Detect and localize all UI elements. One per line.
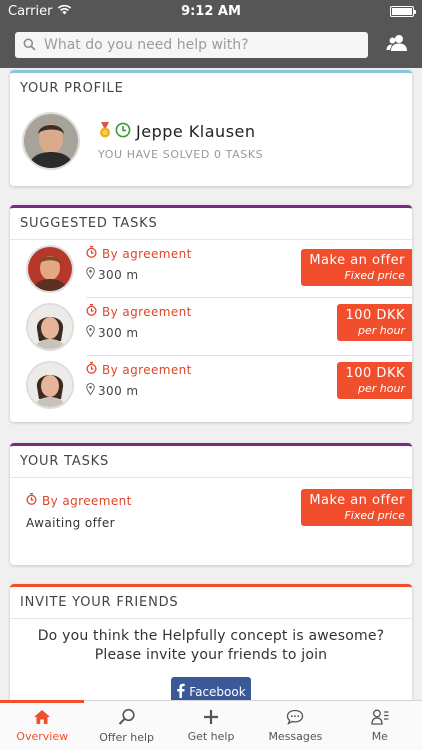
medal-icon — [98, 121, 112, 142]
task-status: Awaiting offer — [26, 516, 116, 530]
task-time: By agreement — [102, 304, 192, 319]
tab-label: Messages — [268, 729, 323, 743]
avatar — [26, 245, 74, 293]
tab-me[interactable]: Me — [338, 701, 422, 750]
tab-label: Me — [371, 729, 388, 743]
people-icon — [386, 34, 408, 56]
task-distance: 300 m — [98, 383, 139, 398]
your-tasks-card[interactable]: YOUR TASKS By agreement Awaiting offer M… — [10, 443, 412, 565]
make-offer-button[interactable]: Make an offer Fixed price — [301, 489, 412, 526]
invite-line-1: Do you think the Helpfully concept is aw… — [37, 628, 385, 644]
tab-messages[interactable]: Messages — [253, 701, 337, 750]
profile-name: Jeppe Klausen — [136, 122, 256, 141]
task-time: By agreement — [42, 493, 132, 508]
task-time: By agreement — [102, 362, 192, 377]
tab-label: Overview — [16, 729, 69, 743]
task-time: By agreement — [102, 246, 192, 261]
your-tasks-heading: YOUR TASKS — [10, 446, 412, 478]
task-row[interactable]: By agreement 300 m 100 DKK per hour — [10, 356, 412, 414]
clock-icon — [115, 122, 131, 142]
location-pin-icon — [86, 267, 95, 282]
price-type: Fixed price — [344, 509, 405, 522]
search-icon — [118, 708, 136, 729]
profile-icon — [371, 709, 389, 728]
stopwatch-icon — [86, 304, 97, 319]
task-row[interactable]: By agreement 300 m Make an offer Fixed p… — [10, 240, 412, 298]
price-type: Fixed price — [344, 269, 405, 282]
location-pin-icon — [86, 325, 95, 340]
tab-bar: Overview Offer help Get help Messages Me — [0, 700, 422, 750]
price-button[interactable]: 100 DKK per hour — [337, 304, 412, 341]
stopwatch-icon — [26, 493, 37, 508]
solved-count: YOU HAVE SOLVED 0 TASKS — [98, 147, 264, 161]
search-input[interactable] — [44, 37, 344, 53]
battery-icon — [390, 5, 416, 17]
profile-card[interactable]: YOUR PROFILE Jeppe Klausen YOU HAVE SOLV… — [10, 70, 412, 186]
tab-get-help[interactable]: Get help — [169, 701, 253, 750]
price-label: Make an offer — [309, 253, 405, 268]
invite-card: INVITE YOUR FRIENDS Do you think the Hel… — [10, 584, 412, 714]
facebook-label: Facebook — [189, 685, 246, 699]
suggested-heading: SUGGESTED TASKS — [10, 208, 412, 240]
price-button[interactable]: Make an offer Fixed price — [301, 249, 412, 286]
invite-line-2: Please invite your friends to join — [94, 647, 328, 663]
chat-icon — [286, 709, 304, 728]
avatar — [26, 303, 74, 351]
tab-offer-help[interactable]: Offer help — [84, 701, 168, 750]
price-label: Make an offer — [309, 493, 405, 508]
profile-heading: YOUR PROFILE — [20, 81, 124, 96]
avatar — [22, 112, 80, 170]
status-time: 9:12 AM — [181, 3, 241, 19]
stopwatch-icon — [86, 362, 97, 377]
plus-icon — [203, 709, 219, 728]
invite-heading: INVITE YOUR FRIENDS — [10, 587, 412, 619]
search-bar[interactable] — [15, 32, 368, 58]
task-row[interactable]: By agreement 300 m 100 DKK per hour — [10, 298, 412, 356]
tab-overview[interactable]: Overview — [0, 700, 85, 750]
price-label: 100 DKK — [345, 366, 405, 381]
top-bar: Carrier 9:12 AM — [0, 0, 422, 68]
location-pin-icon — [86, 383, 95, 398]
task-distance: 300 m — [98, 325, 139, 340]
task-distance: 300 m — [98, 267, 139, 282]
status-bar: Carrier 9:12 AM — [0, 0, 422, 22]
invite-message: Do you think the Helpfully concept is aw… — [10, 627, 412, 665]
stopwatch-icon — [86, 246, 97, 261]
price-type: per hour — [358, 324, 405, 337]
find-people-button[interactable] — [382, 30, 412, 60]
price-label: 100 DKK — [345, 308, 405, 323]
price-type: per hour — [358, 382, 405, 395]
avatar — [26, 361, 74, 409]
facebook-icon — [176, 683, 185, 701]
tab-label: Get help — [187, 729, 235, 743]
home-icon — [33, 709, 51, 728]
suggested-tasks-card: SUGGESTED TASKS By agreement 300 m Make … — [10, 205, 412, 422]
tab-label: Offer help — [99, 730, 155, 744]
price-button[interactable]: 100 DKK per hour — [337, 362, 412, 399]
search-icon — [23, 36, 36, 55]
